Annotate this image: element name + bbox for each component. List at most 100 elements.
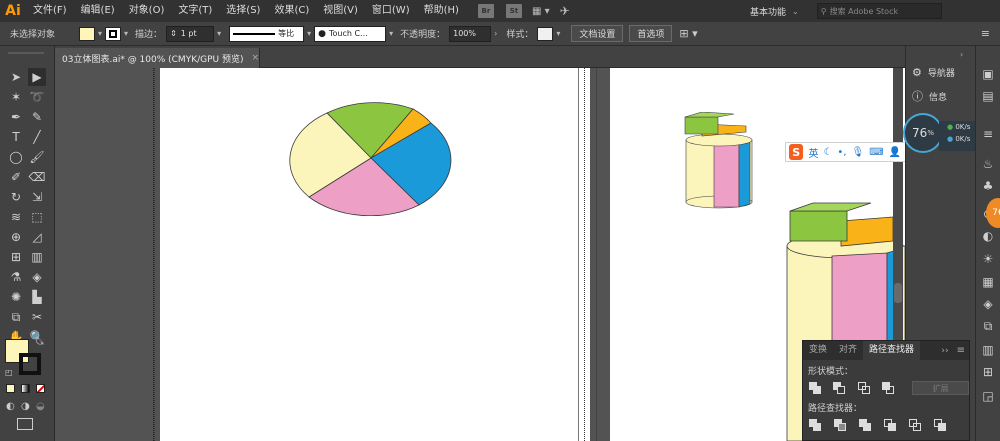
gradient-tool-icon[interactable]: ▥ bbox=[28, 248, 46, 266]
side-pink-small[interactable] bbox=[713, 139, 740, 208]
draw-inside-icon[interactable]: ◒ bbox=[36, 401, 45, 412]
tab-align[interactable]: 对齐 bbox=[833, 341, 863, 360]
gradient-mode-icon[interactable] bbox=[21, 384, 30, 393]
stock-button[interactable]: St bbox=[505, 4, 522, 18]
stroke-dropdown-icon[interactable]: ▾ bbox=[124, 29, 128, 38]
canvas-area[interactable] bbox=[55, 68, 905, 441]
color-mode-icon[interactable] bbox=[6, 384, 15, 393]
minus-back-icon[interactable] bbox=[934, 419, 946, 431]
perspective-grid-icon[interactable]: ◿ bbox=[28, 228, 46, 246]
ellipse-tool-icon[interactable]: ◯ bbox=[7, 148, 25, 166]
intersect-icon[interactable] bbox=[857, 382, 870, 394]
expand-button[interactable]: 扩展 bbox=[912, 381, 970, 395]
warp-tool-icon[interactable]: ≋ bbox=[7, 208, 25, 226]
brushes-panel-icon[interactable]: ♨ bbox=[980, 156, 996, 172]
side-blue-small[interactable] bbox=[738, 139, 751, 208]
artboards-icon[interactable]: ⧉ bbox=[980, 318, 996, 334]
stroke-panel-icon[interactable]: ≡ bbox=[980, 126, 996, 142]
ime-language-toggle[interactable]: 英 bbox=[808, 145, 818, 160]
stroke-color-box[interactable] bbox=[19, 353, 41, 375]
blend-tool-icon[interactable]: ◈ bbox=[28, 268, 46, 286]
scrollbar-thumb[interactable] bbox=[894, 283, 902, 303]
menu-help[interactable]: 帮助(H) bbox=[417, 0, 466, 22]
document-tab[interactable]: 03立体图表.ai* @ 100% (CMYK/GPU 预览) × bbox=[55, 48, 260, 68]
variable-width-profile[interactable]: 等比 bbox=[229, 25, 305, 42]
paintbrush-icon[interactable]: 🖌 bbox=[28, 148, 46, 166]
mesh-tool-icon[interactable]: ⊞ bbox=[7, 248, 25, 266]
fill-dropdown-icon[interactable]: ▾ bbox=[98, 29, 102, 38]
pathfinder-icon[interactable]: ◲ bbox=[980, 388, 996, 404]
sogou-logo-icon[interactable]: S bbox=[789, 144, 804, 160]
transparency-icon[interactable]: ☀ bbox=[980, 251, 996, 267]
profile-dropdown-icon[interactable]: ▾ bbox=[307, 29, 311, 38]
color-guide-icon[interactable]: ▤ bbox=[980, 88, 996, 104]
column-graph-icon[interactable]: ▙ bbox=[28, 288, 46, 306]
default-colors-icon[interactable]: ◰ bbox=[5, 368, 13, 377]
merge-icon[interactable] bbox=[859, 419, 871, 431]
menu-effect[interactable]: 效果(C) bbox=[267, 0, 316, 22]
pie-chart[interactable] bbox=[288, 101, 454, 216]
swap-colors-icon[interactable]: ⤿ bbox=[36, 338, 44, 348]
style-dropdown-icon[interactable]: ▾ bbox=[556, 29, 560, 38]
menu-view[interactable]: 视图(V) bbox=[316, 0, 365, 22]
eyedropper-icon[interactable]: ⚗ bbox=[7, 268, 25, 286]
moon-icon[interactable]: ☾ bbox=[823, 147, 832, 158]
outline-icon[interactable] bbox=[909, 419, 921, 431]
keyboard-icon[interactable]: ⌨ bbox=[869, 147, 883, 158]
free-transform-icon[interactable]: ⬚ bbox=[28, 208, 46, 226]
dock-collapse-icon[interactable]: › bbox=[960, 50, 963, 59]
tab-pathfinder[interactable]: 路径查找器 bbox=[863, 341, 921, 360]
menu-select[interactable]: 选择(S) bbox=[219, 0, 267, 22]
stock-search-input[interactable]: ⚲ 搜索 Adobe Stock bbox=[816, 3, 942, 19]
preferences-button[interactable]: 首选项 bbox=[629, 25, 673, 42]
menu-type[interactable]: 文字(T) bbox=[171, 0, 219, 22]
minus-front-icon[interactable] bbox=[833, 382, 846, 394]
direct-selection-tool-icon[interactable]: ▶ bbox=[28, 68, 46, 86]
exclude-icon[interactable] bbox=[881, 382, 894, 394]
opacity-arrow-icon[interactable]: › bbox=[494, 29, 497, 38]
fill-swatch[interactable] bbox=[79, 26, 96, 41]
tab-transform[interactable]: 变换 bbox=[803, 341, 833, 360]
slice-tool-icon[interactable]: ✂ bbox=[28, 308, 46, 326]
punctuation-icon[interactable]: •, bbox=[837, 147, 846, 158]
brush-dropdown-icon[interactable]: ▾ bbox=[389, 29, 393, 38]
panel-menu-icon[interactable]: ≡ bbox=[981, 27, 990, 40]
line-tool-icon[interactable]: ╱ bbox=[28, 128, 46, 146]
type-tool-icon[interactable]: T bbox=[7, 128, 25, 146]
bridge-button[interactable]: Br bbox=[477, 4, 494, 18]
document-setup-button[interactable]: 文档设置 bbox=[571, 25, 624, 42]
stroke-weight-dropdown-icon[interactable]: ▾ bbox=[217, 29, 221, 38]
selection-tool-icon[interactable]: ➤ bbox=[7, 68, 25, 86]
magic-wand-icon[interactable]: ✶ bbox=[7, 88, 25, 106]
shape-builder-icon[interactable]: ⊕ bbox=[7, 228, 25, 246]
user-icon[interactable]: 👤 bbox=[889, 147, 901, 158]
scale-tool-icon[interactable]: ⇲ bbox=[28, 188, 46, 206]
none-mode-icon[interactable] bbox=[36, 384, 45, 393]
color-panel-icon[interactable]: ▣ bbox=[980, 66, 996, 82]
stroke-swatch[interactable] bbox=[105, 26, 122, 41]
symbol-sprayer-icon[interactable]: ✺ bbox=[7, 288, 25, 306]
stroke-weight-input[interactable]: ⇕ 1 pt bbox=[166, 25, 215, 42]
curvature-tool-icon[interactable]: ✎ bbox=[28, 108, 46, 126]
lasso-icon[interactable]: ➰ bbox=[28, 88, 46, 106]
toolbar-grip[interactable] bbox=[8, 52, 44, 54]
workspace-switcher[interactable]: 基本功能 bbox=[750, 5, 786, 18]
symbols-panel-icon[interactable]: ♣ bbox=[980, 178, 996, 194]
screen-mode-icon[interactable] bbox=[17, 418, 33, 430]
pie-3d-small[interactable] bbox=[684, 112, 756, 210]
layers-icon[interactable]: ◈ bbox=[980, 296, 996, 312]
arrange-icon[interactable]: ⊞ ▾ bbox=[679, 27, 697, 40]
menu-file[interactable]: 文件(F) bbox=[26, 0, 74, 22]
rotate-tool-icon[interactable]: ↻ bbox=[7, 188, 25, 206]
unite-icon[interactable] bbox=[809, 382, 821, 394]
eraser-icon[interactable]: ⌫ bbox=[28, 168, 46, 186]
stepper-icon[interactable]: ⇕ bbox=[170, 29, 177, 38]
transform-icon[interactable]: ⊞ bbox=[980, 364, 996, 380]
network-speed-widget[interactable]: 76% ● 0K/s ● 0K/s bbox=[903, 113, 985, 159]
align-icon[interactable]: ▥ bbox=[980, 342, 996, 358]
menu-window[interactable]: 窗口(W) bbox=[365, 0, 417, 22]
menu-edit[interactable]: 编辑(E) bbox=[74, 0, 122, 22]
draw-behind-icon[interactable]: ◑ bbox=[21, 401, 30, 412]
arrange-documents-icon[interactable]: ▦ ▾ bbox=[532, 6, 550, 17]
opacity-input[interactable]: 100% bbox=[449, 25, 492, 42]
